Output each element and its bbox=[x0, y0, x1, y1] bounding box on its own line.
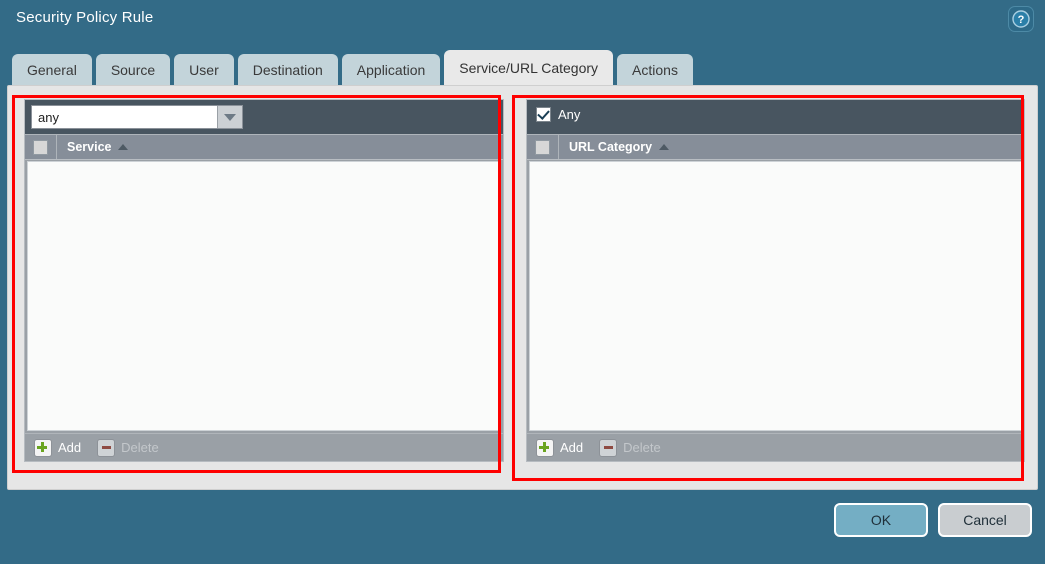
url-category-any-label: Any bbox=[558, 107, 581, 122]
url-category-delete-button[interactable]: Delete bbox=[599, 438, 661, 457]
service-dropdown-value: any bbox=[38, 109, 59, 125]
tab-user[interactable]: User bbox=[174, 54, 234, 86]
service-panel-toolbar: Add Delete bbox=[25, 433, 503, 461]
url-category-delete-label: Delete bbox=[623, 440, 661, 455]
sort-ascending-icon[interactable] bbox=[118, 144, 129, 150]
url-category-select-all-checkbox[interactable] bbox=[535, 139, 550, 155]
svg-text:?: ? bbox=[1018, 14, 1025, 26]
url-category-panel: Any URL Category Add Delete bbox=[526, 99, 1025, 462]
plus-icon bbox=[536, 438, 554, 457]
url-category-select-all-cell[interactable] bbox=[527, 135, 559, 159]
service-add-label: Add bbox=[58, 440, 82, 455]
minus-icon bbox=[599, 438, 618, 457]
url-category-panel-topbar: Any bbox=[527, 100, 1024, 134]
service-select-all-checkbox[interactable] bbox=[33, 139, 48, 155]
service-delete-button[interactable]: Delete bbox=[97, 438, 159, 457]
minus-icon bbox=[97, 438, 116, 457]
service-column-title: Service bbox=[67, 140, 112, 154]
url-category-any-checkbox[interactable] bbox=[536, 107, 551, 122]
tab-destination[interactable]: Destination bbox=[237, 54, 338, 86]
tab-source[interactable]: Source bbox=[95, 54, 171, 86]
url-category-list-body[interactable] bbox=[529, 161, 1022, 431]
service-add-button[interactable]: Add bbox=[34, 438, 82, 457]
tab-actions[interactable]: Actions bbox=[617, 54, 693, 86]
cancel-label: Cancel bbox=[963, 512, 1007, 528]
url-category-panel-toolbar: Add Delete bbox=[527, 433, 1024, 461]
help-question-icon[interactable]: ? bbox=[1008, 6, 1034, 32]
plus-icon bbox=[34, 438, 52, 457]
service-delete-label: Delete bbox=[121, 440, 159, 455]
service-column-title-cell[interactable]: Service bbox=[57, 140, 129, 154]
ok-button[interactable]: OK bbox=[834, 503, 928, 537]
tab-label: Service/URL Category bbox=[459, 60, 599, 76]
tab-label: Actions bbox=[632, 62, 678, 78]
service-dropdown[interactable]: any bbox=[31, 105, 243, 129]
service-panel: any Service Add Delete bbox=[24, 99, 504, 462]
url-category-any-row[interactable]: Any bbox=[536, 107, 580, 122]
sort-ascending-icon[interactable] bbox=[659, 144, 670, 150]
tab-application[interactable]: Application bbox=[341, 54, 441, 86]
url-category-column-title-cell[interactable]: URL Category bbox=[559, 140, 670, 154]
url-category-add-label: Add bbox=[560, 440, 584, 455]
url-category-add-button[interactable]: Add bbox=[536, 438, 584, 457]
service-column-header: Service bbox=[25, 134, 503, 160]
tab-strip: General Source User Destination Applicat… bbox=[12, 50, 693, 86]
ok-label: OK bbox=[870, 512, 892, 528]
tab-label: User bbox=[189, 62, 219, 78]
tab-label: Source bbox=[110, 62, 156, 78]
service-list-body[interactable] bbox=[27, 161, 501, 431]
security-policy-rule-dialog: Security Policy Rule ? General Source Us… bbox=[0, 0, 1045, 564]
tab-general[interactable]: General bbox=[12, 54, 92, 86]
url-category-column-header: URL Category bbox=[527, 134, 1024, 160]
dialog-titlebar: Security Policy Rule ? bbox=[0, 0, 1045, 46]
cancel-button[interactable]: Cancel bbox=[938, 503, 1032, 537]
service-select-all-cell[interactable] bbox=[25, 135, 57, 159]
chevron-down-icon[interactable] bbox=[217, 106, 242, 128]
dialog-footer: OK Cancel bbox=[834, 503, 1032, 537]
tab-service-url-category[interactable]: Service/URL Category bbox=[444, 50, 614, 86]
service-panel-topbar: any bbox=[25, 100, 503, 134]
page-title: Security Policy Rule bbox=[16, 9, 154, 26]
tab-label: Application bbox=[356, 62, 426, 78]
tab-label: General bbox=[27, 62, 77, 78]
url-category-column-title: URL Category bbox=[569, 140, 653, 154]
tab-label: Destination bbox=[252, 62, 323, 78]
tab-content-service-url-category: any Service Add Delete Any URL Category … bbox=[7, 85, 1038, 490]
